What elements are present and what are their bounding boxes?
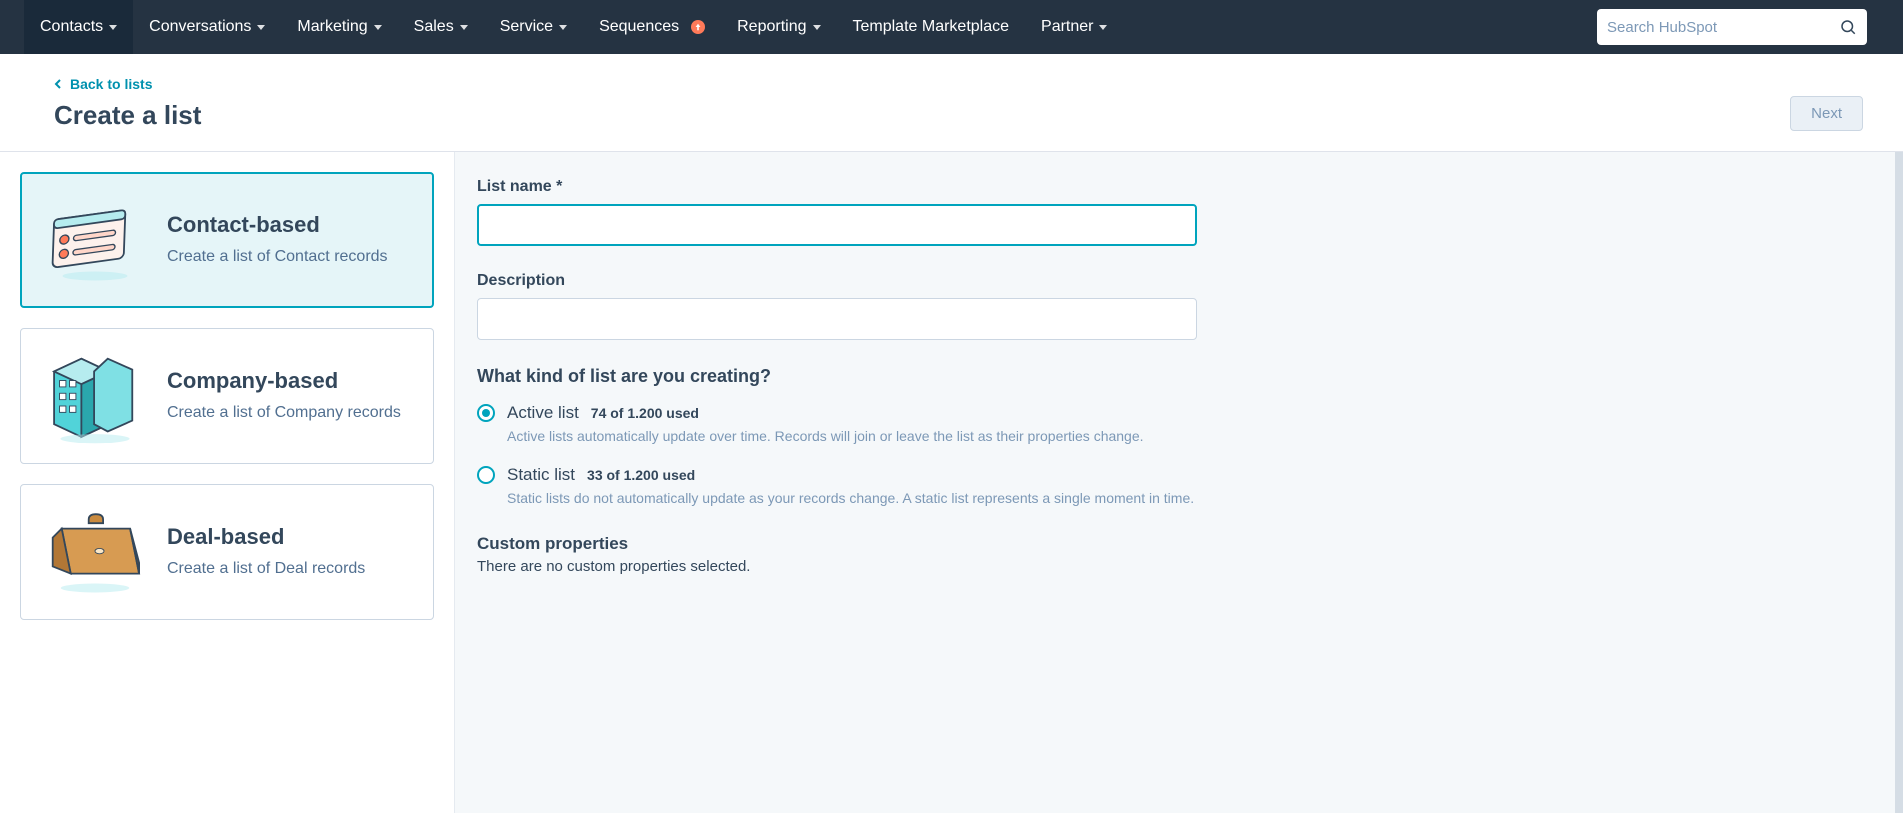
- card-title: Contact-based: [167, 212, 388, 238]
- radio-icon: [477, 404, 495, 422]
- nav-marketing[interactable]: Marketing: [281, 0, 397, 54]
- card-contact-based[interactable]: Contact-based Create a list of Contact r…: [20, 172, 434, 308]
- nav-left: Contacts Conversations Marketing Sales S…: [0, 0, 1577, 54]
- back-link[interactable]: Back to lists: [54, 76, 201, 92]
- search-icon: [1839, 18, 1857, 36]
- card-desc: Create a list of Company records: [167, 402, 401, 424]
- radio-label: Active list: [507, 403, 579, 423]
- search-input[interactable]: [1607, 19, 1839, 36]
- chevron-down-icon: [559, 25, 567, 30]
- main: Contact-based Create a list of Contact r…: [0, 152, 1903, 813]
- nav-partner[interactable]: Partner: [1025, 0, 1123, 54]
- radio-active-list[interactable]: Active list 74 of 1.200 used: [477, 403, 1881, 423]
- nav-item-label: Marketing: [297, 18, 367, 36]
- card-title: Company-based: [167, 368, 401, 394]
- chevron-left-icon: [54, 79, 64, 89]
- usage-text: 33 of 1.200 used: [587, 467, 695, 483]
- back-link-label: Back to lists: [70, 76, 152, 92]
- briefcase-icon: [45, 507, 145, 597]
- list-name-label: List name *: [477, 178, 1881, 196]
- nav-item-label: Sales: [414, 18, 454, 36]
- description-input[interactable]: [477, 298, 1197, 340]
- card-desc: Create a list of Deal records: [167, 558, 365, 580]
- radio-static-list[interactable]: Static list 33 of 1.200 used: [477, 465, 1881, 485]
- next-button[interactable]: Next: [1790, 96, 1863, 131]
- card-company-based[interactable]: Company-based Create a list of Company r…: [20, 328, 434, 464]
- radio-label: Static list: [507, 465, 575, 485]
- list-kind-heading: What kind of list are you creating?: [477, 366, 1881, 387]
- nav-conversations[interactable]: Conversations: [133, 0, 281, 54]
- nav-item-label: Service: [500, 18, 553, 36]
- list-name-input[interactable]: [477, 204, 1197, 246]
- nav-item-label: Template Marketplace: [853, 18, 1010, 36]
- nav-sales[interactable]: Sales: [398, 0, 484, 54]
- top-nav: Contacts Conversations Marketing Sales S…: [0, 0, 1903, 54]
- building-icon: [45, 351, 145, 441]
- chevron-down-icon: [813, 25, 821, 30]
- list-type-cards: Contact-based Create a list of Contact r…: [0, 152, 455, 813]
- radio-icon: [477, 466, 495, 484]
- nav-item-label: Conversations: [149, 18, 251, 36]
- nav-contacts[interactable]: Contacts: [24, 0, 133, 54]
- nav-service[interactable]: Service: [484, 0, 583, 54]
- description-label: Description: [477, 272, 1881, 290]
- usage-text: 74 of 1.200 used: [591, 405, 699, 421]
- nav-item-label: Reporting: [737, 18, 806, 36]
- nav-right: [1577, 0, 1887, 54]
- radio-help: Static lists do not automatically update…: [507, 489, 1227, 509]
- custom-properties-title: Custom properties: [477, 534, 1881, 554]
- nav-reporting[interactable]: Reporting: [721, 0, 836, 54]
- chevron-down-icon: [109, 25, 117, 30]
- chevron-down-icon: [257, 25, 265, 30]
- chevron-down-icon: [1099, 25, 1107, 30]
- nav-item-label: Contacts: [40, 18, 103, 36]
- nav-item-label: Partner: [1041, 18, 1093, 36]
- page-title: Create a list: [54, 100, 201, 131]
- form-panel: List name * Description What kind of lis…: [455, 152, 1903, 813]
- radio-help: Active lists automatically update over t…: [507, 427, 1227, 447]
- nav-item-label: Sequences: [599, 18, 679, 36]
- page-header: Back to lists Create a list Next: [0, 54, 1903, 152]
- nav-sequences[interactable]: Sequences: [583, 0, 721, 54]
- search-box[interactable]: [1597, 9, 1867, 45]
- update-badge-icon: [691, 20, 705, 34]
- card-title: Deal-based: [167, 524, 365, 550]
- contacts-book-icon: [45, 195, 145, 285]
- card-desc: Create a list of Contact records: [167, 246, 388, 268]
- card-deal-based[interactable]: Deal-based Create a list of Deal records: [20, 484, 434, 620]
- custom-properties-empty: There are no custom properties selected.: [477, 558, 1881, 575]
- chevron-down-icon: [374, 25, 382, 30]
- nav-template-marketplace[interactable]: Template Marketplace: [837, 0, 1026, 54]
- chevron-down-icon: [460, 25, 468, 30]
